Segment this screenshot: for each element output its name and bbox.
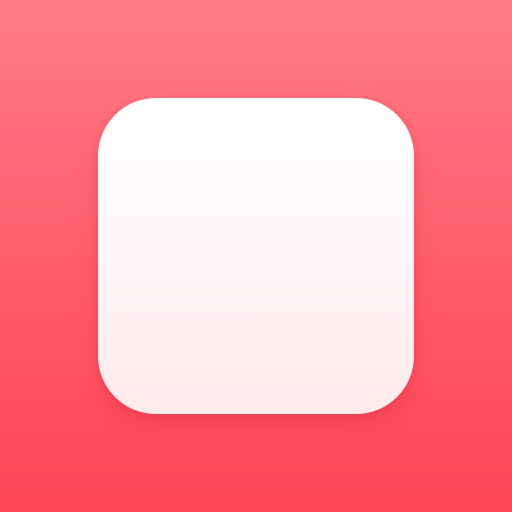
app-icon-background [0,0,512,512]
rounded-square-icon [98,98,414,414]
